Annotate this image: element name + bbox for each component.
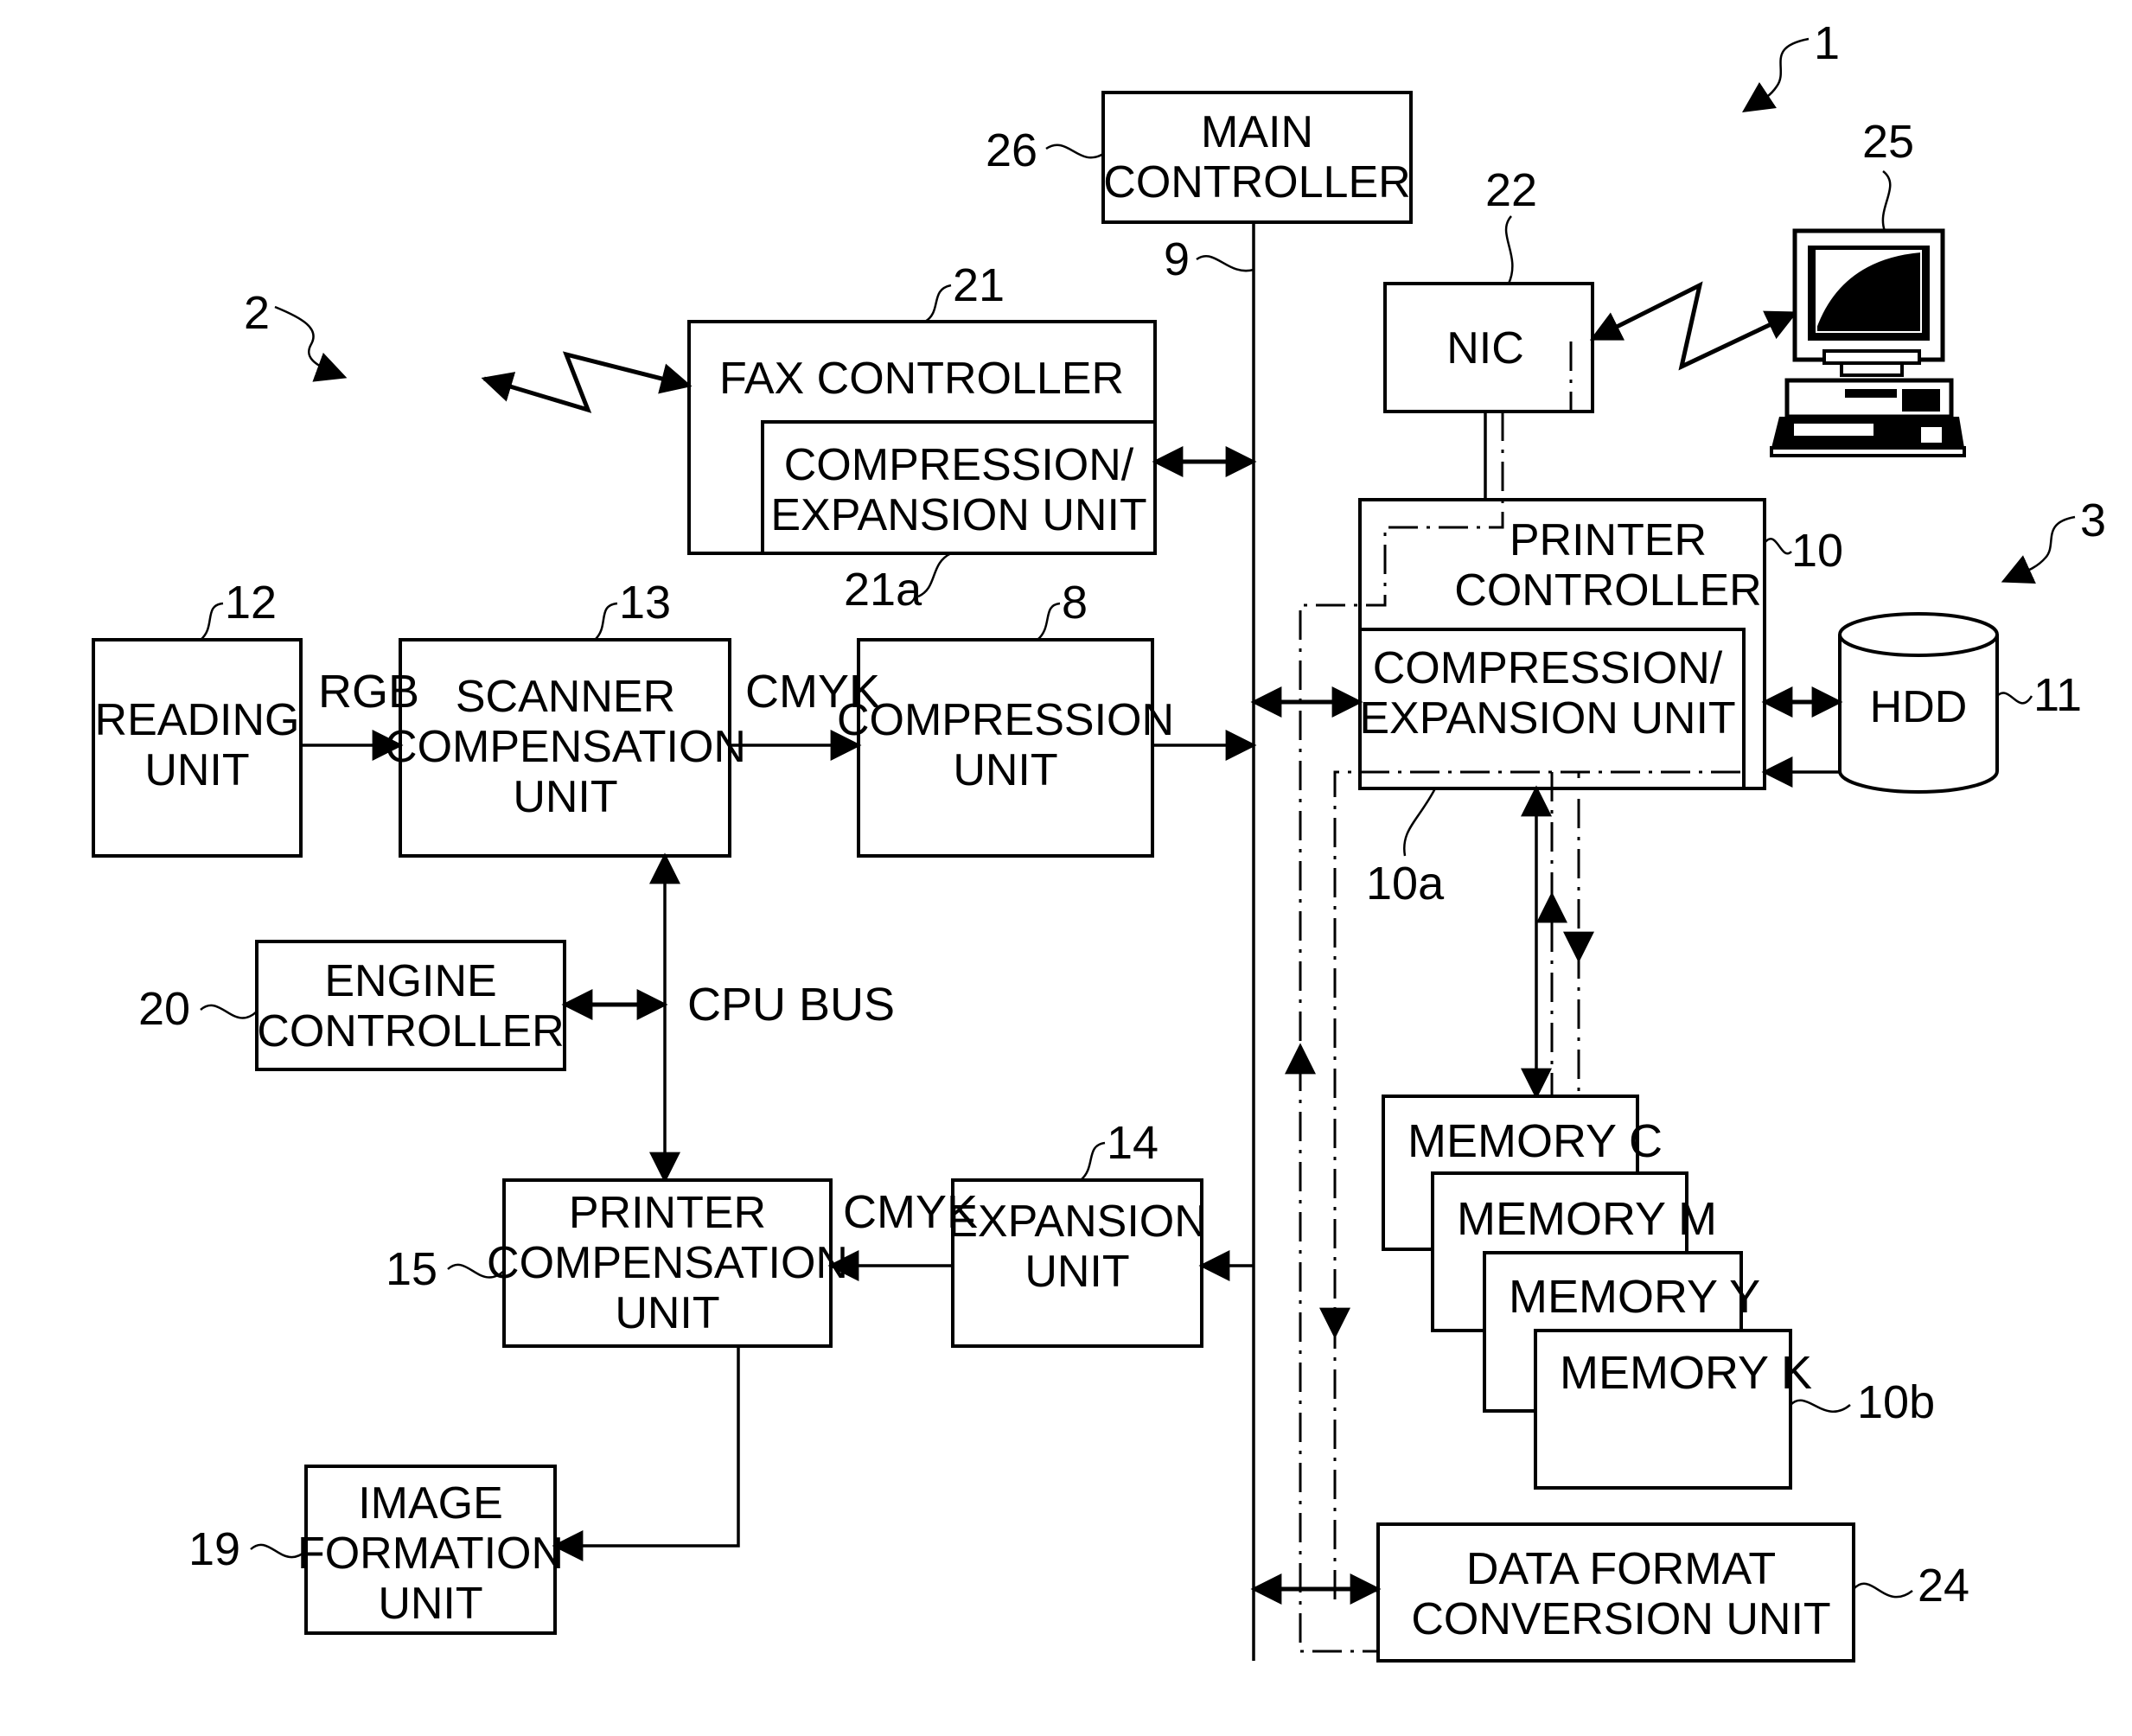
fax-comp-exp-ref: 21a bbox=[844, 564, 922, 616]
reading-unit-line-1: READING bbox=[95, 695, 300, 745]
hdd-cylinder[interactable]: HDD bbox=[1838, 612, 1999, 794]
ref-3-label: 3 bbox=[2080, 495, 2106, 546]
ref-2-label: 2 bbox=[244, 287, 270, 339]
compression-unit-block[interactable]: COMPRESSION UNIT bbox=[837, 638, 1174, 858]
scanner-comp-line-1: SCANNER bbox=[456, 672, 675, 722]
engine-controller-ref: 20 bbox=[138, 983, 190, 1035]
reading-unit-line-2: UNIT bbox=[144, 745, 249, 795]
fax-comp-exp-block[interactable]: COMPRESSION/ EXPANSION UNIT bbox=[761, 420, 1157, 555]
main-controller-line-1: MAIN bbox=[1201, 107, 1313, 157]
memory-k-block[interactable]: MEMORY K bbox=[1534, 1329, 1812, 1490]
computer-icon[interactable] bbox=[1770, 228, 1966, 457]
computer-ref: 25 bbox=[1862, 116, 1914, 168]
ref-1-label: 1 bbox=[1814, 17, 1840, 69]
compression-unit-line-1: COMPRESSION bbox=[837, 695, 1174, 745]
memory-m-label: MEMORY M bbox=[1457, 1193, 1717, 1245]
scanner-comp-line-2: COMPENSATION bbox=[385, 722, 746, 772]
fax-comp-exp-line-2: EXPANSION UNIT bbox=[770, 490, 1146, 540]
printer-comp-line-3: UNIT bbox=[615, 1288, 719, 1338]
printer-comp-exp-block[interactable]: COMPRESSION/ EXPANSION UNIT bbox=[1358, 628, 1746, 790]
image-formation-line-1: IMAGE bbox=[358, 1478, 503, 1529]
engine-controller-line-2: CONTROLLER bbox=[257, 1006, 564, 1056]
memory-k-label: MEMORY K bbox=[1560, 1347, 1812, 1399]
fax-comp-exp-line-1: COMPRESSION/ bbox=[784, 440, 1134, 490]
data-format-line-1: DATA FORMAT bbox=[1466, 1544, 1776, 1594]
scanner-compensation-block[interactable]: SCANNER COMPENSATION UNIT bbox=[385, 638, 746, 858]
hdd-label: HDD bbox=[1870, 682, 1968, 732]
reading-unit-ref: 12 bbox=[225, 577, 277, 629]
fax-telephone-line-link bbox=[481, 351, 693, 413]
printer-controller-line-2: CONTROLLER bbox=[1454, 565, 1761, 616]
data-format-ref: 24 bbox=[1918, 1560, 1969, 1612]
printer-comp-to-image-formation-arrow bbox=[552, 1346, 740, 1561]
main-controller-block[interactable]: MAIN CONTROLLER bbox=[1101, 91, 1413, 224]
cpu-bus-label: CPU BUS bbox=[687, 979, 895, 1031]
printer-comp-ref: 15 bbox=[386, 1243, 437, 1295]
cmyk-print-label: CMYK bbox=[843, 1186, 978, 1238]
scanner-comp-ref: 13 bbox=[619, 577, 671, 629]
fax-controller-label: FAX CONTROLLER bbox=[719, 354, 1124, 404]
engine-controller-block[interactable]: ENGINE CONTROLLER bbox=[255, 940, 566, 1071]
nic-label: NIC bbox=[1446, 323, 1524, 373]
printer-controller-line-1: PRINTER bbox=[1510, 515, 1707, 565]
fax-controller-ref: 21 bbox=[953, 259, 1005, 311]
main-controller-ref: 26 bbox=[986, 124, 1037, 176]
image-formation-line-2: FORMATION bbox=[297, 1529, 564, 1579]
memory-c-label: MEMORY C bbox=[1408, 1115, 1663, 1167]
main-controller-line-2: CONTROLLER bbox=[1103, 157, 1410, 207]
nic-block[interactable]: NIC bbox=[1383, 282, 1594, 413]
compression-unit-line-2: UNIT bbox=[953, 745, 1057, 795]
printer-compensation-block[interactable]: PRINTER COMPENSATION UNIT bbox=[487, 1178, 848, 1348]
memory-y-label: MEMORY Y bbox=[1509, 1271, 1760, 1323]
printer-comp-line-1: PRINTER bbox=[569, 1188, 766, 1238]
image-formation-block[interactable]: IMAGE FORMATION UNIT bbox=[297, 1465, 564, 1635]
hdd-ref: 11 bbox=[2033, 669, 2082, 721]
compression-unit-ref: 8 bbox=[1062, 577, 1088, 629]
expansion-unit-block[interactable]: EXPANSION UNIT bbox=[948, 1178, 1207, 1348]
data-format-block[interactable]: DATA FORMAT CONVERSION UNIT bbox=[1376, 1522, 1855, 1663]
image-formation-line-3: UNIT bbox=[378, 1579, 482, 1629]
bus-ref-label: 9 bbox=[1164, 233, 1190, 285]
data-format-line-2: CONVERSION UNIT bbox=[1411, 1594, 1830, 1644]
printer-comp-line-2: COMPENSATION bbox=[487, 1238, 848, 1288]
ref-3-pointer: 3 bbox=[2001, 495, 2106, 584]
engine-controller-line-1: ENGINE bbox=[324, 956, 496, 1006]
reading-unit-block[interactable]: READING UNIT bbox=[92, 638, 303, 858]
expansion-unit-ref: 14 bbox=[1107, 1117, 1159, 1169]
image-formation-ref: 19 bbox=[188, 1523, 240, 1575]
expansion-unit-line-1: EXPANSION bbox=[948, 1197, 1207, 1247]
memories-ref: 10b bbox=[1857, 1376, 1935, 1428]
scanner-comp-line-3: UNIT bbox=[513, 772, 617, 822]
ref-1-pointer: 1 bbox=[1742, 17, 1840, 112]
printer-comp-exp-line-1: COMPRESSION/ bbox=[1373, 643, 1723, 693]
cmyk-scan-label: CMYK bbox=[745, 666, 880, 718]
nic-ref: 22 bbox=[1485, 164, 1537, 216]
expansion-unit-line-2: UNIT bbox=[1025, 1247, 1129, 1297]
nic-computer-link bbox=[1589, 281, 1798, 371]
ref-2-pointer: 2 bbox=[244, 287, 348, 382]
printer-comp-exp-line-2: EXPANSION UNIT bbox=[1359, 693, 1735, 744]
rgb-label: RGB bbox=[318, 666, 419, 718]
printer-controller-ref: 10 bbox=[1791, 525, 1843, 577]
printer-comp-exp-ref: 10a bbox=[1366, 858, 1445, 909]
block-diagram: 1 2 3 9 MAIN CONTROLLER 26 FAX CONTROLLE… bbox=[92, 17, 2106, 1663]
